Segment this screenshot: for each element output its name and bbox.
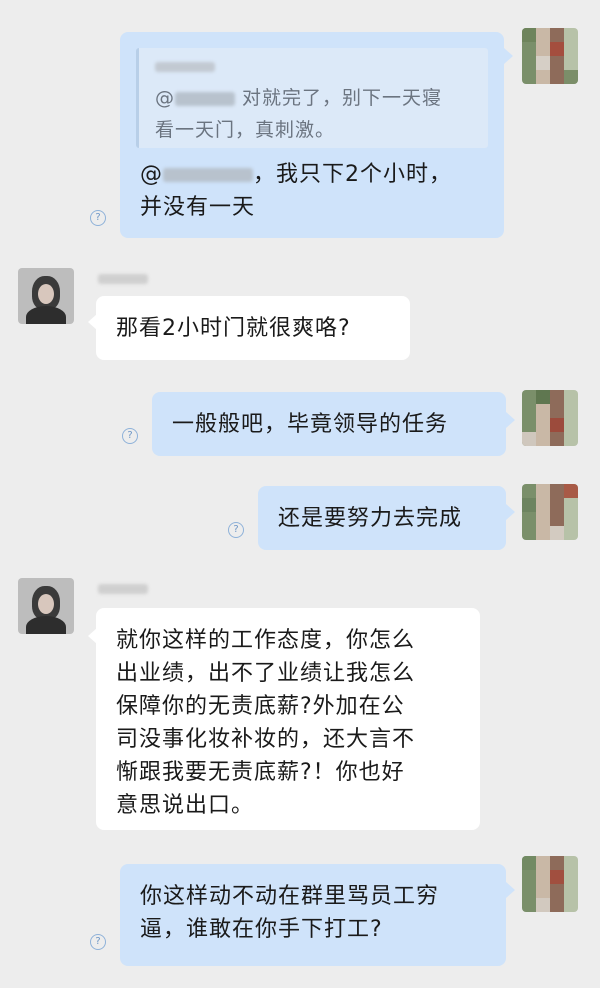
read-status-icon: ? — [90, 934, 106, 950]
self-avatar[interactable] — [522, 390, 578, 446]
message-line: 保障你的无责底薪?外加在公 — [116, 694, 405, 719]
message-bubble[interactable]: 就你这样的工作态度，你怎么 出业绩，出不了业绩让我怎么 保障你的无责底薪?外加在… — [96, 608, 480, 830]
message-line: 司没事化妆补妆的，还大言不 — [116, 727, 416, 752]
message-row-5: 就你这样的工作态度，你怎么 出业绩，出不了业绩让我怎么 保障你的无责底薪?外加在… — [0, 574, 600, 836]
message-bubble[interactable]: 一般般吧，毕竟领导的任务 — [152, 392, 506, 456]
message-row-3: 一般般吧，毕竟领导的任务 ? — [0, 388, 600, 458]
message-row-2: 那看2小时门就很爽咯? — [0, 262, 600, 372]
message-text: 一般般吧，毕竟领导的任务 — [172, 412, 449, 437]
message-bubble[interactable]: 你这样动不动在群里骂员工穷 逼，谁敢在你手下打工? — [120, 864, 506, 966]
message-row-4: 还是要努力去完成 ? — [0, 482, 600, 552]
message-row-6: 你这样动不动在群里骂员工穷 逼，谁敢在你手下打工? ? — [0, 852, 600, 988]
message-row-1: @ 对就完了，别下一天寝 看一天门，真刺激。 @ ，我只下2个小时， 并没有一天 … — [0, 0, 600, 250]
message-text: 还是要努力去完成 — [278, 506, 463, 531]
message-line: 出业绩，出不了业绩让我怎么 — [116, 661, 416, 686]
other-avatar[interactable] — [18, 578, 74, 634]
other-avatar[interactable] — [18, 268, 74, 324]
sender-name — [98, 584, 148, 594]
message-text: 那看2小时门就很爽咯? — [116, 316, 351, 341]
quoted-text: @ 对就完了，别下一天寝 看一天门，真刺激。 — [155, 87, 443, 141]
sender-name — [98, 274, 148, 284]
message-text: @ ，我只下2个小时， 并没有一天 — [140, 162, 452, 220]
message-bubble[interactable]: 那看2小时门就很爽咯? — [96, 296, 410, 360]
read-status-icon: ? — [228, 522, 244, 538]
message-bubble[interactable]: @ 对就完了，别下一天寝 看一天门，真刺激。 @ ，我只下2个小时， 并没有一天 — [120, 32, 504, 238]
self-avatar[interactable] — [522, 484, 578, 540]
message-line: 惭跟我要无责底薪?！你也好 — [116, 760, 405, 785]
self-avatar[interactable] — [522, 856, 578, 912]
message-line: 你这样动不动在群里骂员工穷 — [140, 884, 440, 909]
message-line: 逼，谁敢在你手下打工? — [140, 917, 383, 942]
quoted-message[interactable]: @ 对就完了，别下一天寝 看一天门，真刺激。 — [136, 48, 488, 148]
message-line: 就你这样的工作态度，你怎么 — [116, 628, 416, 653]
message-line: 意思说出口。 — [116, 793, 255, 818]
self-avatar[interactable] — [522, 28, 578, 84]
quoted-sender-name — [155, 62, 215, 72]
read-status-icon: ? — [90, 210, 106, 226]
read-status-icon: ? — [122, 428, 138, 444]
message-bubble[interactable]: 还是要努力去完成 — [258, 486, 506, 550]
